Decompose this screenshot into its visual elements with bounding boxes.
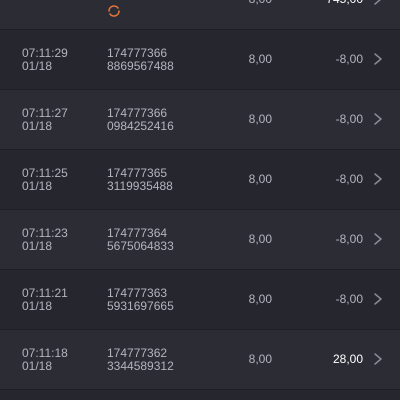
amount-text: 8,00 [248,112,272,126]
time-cell: 07:11:29 01/18 [22,47,68,73]
id-cell: 174777365 3119935488 [107,167,173,193]
id-cell: 174777363 5931697665 [107,287,174,313]
amount-text: 8,00 [248,52,272,66]
chevron-right-icon[interactable] [372,292,384,306]
balance-change-text: -8,00 [335,292,363,306]
transaction-row[interactable]: 07:11:21 01/18 174777363 5931697665 8,00… [0,270,400,330]
transaction-row[interactable]: 07:11:25 01/18 174777365 3119935488 8,00… [0,150,400,210]
balance-change-text: -8,00 [335,232,363,246]
chevron-right-icon[interactable] [372,172,384,186]
balance-change-text: -8,00 [335,172,363,186]
time-cell: 07:11:27 01/18 [22,107,68,133]
transaction-row[interactable]: 07:11:18 01/18 174777362 3344589312 8,00… [0,330,400,390]
loading-spinner-icon [108,5,120,17]
balance-change-text: -8,00 [335,52,363,66]
amount-text: 8,00 [248,352,272,366]
balance-change-text: -8,00 [335,112,363,126]
amount-text: 8,00 [248,172,272,186]
chevron-right-icon[interactable] [372,352,384,366]
id-cell: 174777362 3344589312 [107,347,174,373]
transaction-row[interactable]: 07:11:29 01/18 174777366 8869567488 8,00… [0,30,400,90]
amount-text: 8,00 [248,292,272,306]
date-text: 01/18 [22,119,53,133]
amount-text: 8,00 [248,232,272,246]
reference-number-text: 0984252416 [107,119,174,133]
reference-number-text: 8869567488 [107,59,174,73]
time-cell: 07:11:23 01/18 [22,227,68,253]
transaction-row[interactable]: 07:11:23 01/18 174777364 5675064833 8,00… [0,210,400,270]
id-cell: 174777364 5675064833 [107,227,174,253]
reference-number-text: 3344589312 [107,359,174,373]
date-text: 01/18 [22,359,53,373]
date-text: 01/18 [22,59,53,73]
transaction-row[interactable]: 07:11:27 01/18 174777366 0984252416 8,00… [0,90,400,150]
time-cell: 07:11:21 01/18 [22,287,68,313]
chevron-right-icon[interactable] [372,112,384,126]
date-text: 01/18 [22,179,53,193]
reference-number-text: 5675064833 [107,239,174,253]
id-cell: 174777366 0984252416 [107,107,174,133]
id-cell: 174777366 8869567488 [107,47,174,73]
chevron-right-icon[interactable] [372,52,384,66]
transaction-list: 01/18 8,00 745,00 07:11:29 01/18 1747773… [0,0,400,390]
time-cell: 07:11:18 01/18 [22,347,68,373]
transaction-row[interactable]: 01/18 8,00 745,00 [0,0,400,30]
reference-number-text: 5931697665 [107,299,174,313]
chevron-right-icon[interactable] [372,232,384,246]
time-cell: 07:11:25 01/18 [22,167,68,193]
balance-change-text: 745,00 [326,0,363,6]
reference-number-text: 3119935488 [107,179,173,193]
chevron-right-icon[interactable] [372,0,384,6]
balance-change-text: 28,00 [332,352,363,366]
date-text: 01/18 [22,299,53,313]
amount-text: 8,00 [228,0,272,6]
date-text: 01/18 [22,239,53,253]
